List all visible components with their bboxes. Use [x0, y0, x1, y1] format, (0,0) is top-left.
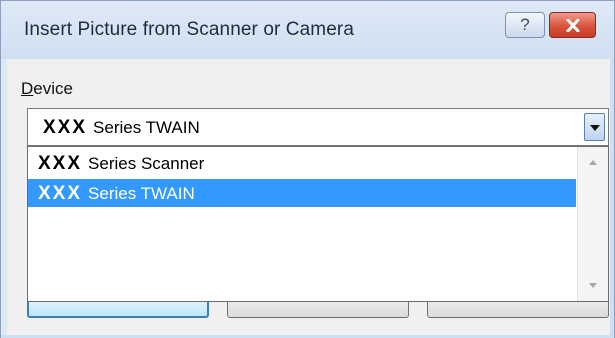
device-selected-value: XXX Series TWAIN [43, 117, 200, 139]
close-button[interactable] [549, 12, 596, 38]
device-option-scanner[interactable]: XXX Series Scanner [28, 149, 576, 177]
option-brand: XXX [38, 153, 83, 174]
device-combobox[interactable]: XXX Series TWAIN [27, 108, 609, 146]
device-label: Device [21, 79, 73, 99]
selected-name: Series TWAIN [93, 118, 200, 137]
scroll-down-icon[interactable] [589, 283, 597, 288]
window-title: Insert Picture from Scanner or Camera [24, 19, 354, 40]
dropdown-scrollbar[interactable] [577, 147, 608, 301]
scroll-up-icon[interactable] [589, 160, 597, 165]
close-icon [566, 18, 579, 33]
help-button[interactable]: ? [505, 12, 545, 38]
device-option-twain[interactable]: XXX Series TWAIN [28, 179, 576, 207]
selected-brand: XXX [43, 117, 88, 138]
device-dropdown-list: XXX Series Scanner XXX Series TWAIN [27, 146, 609, 302]
help-icon: ? [520, 15, 530, 34]
title-bar[interactable]: Insert Picture from Scanner or Camera ? [1, 1, 614, 59]
option-name: Series TWAIN [88, 184, 195, 203]
device-label-text: evice [33, 79, 73, 98]
chevron-down-icon[interactable] [584, 113, 605, 141]
option-brand: XXX [38, 183, 83, 204]
window-edge [610, 59, 614, 335]
option-name: Series Scanner [88, 154, 205, 173]
device-label-accesskey: D [21, 79, 34, 98]
